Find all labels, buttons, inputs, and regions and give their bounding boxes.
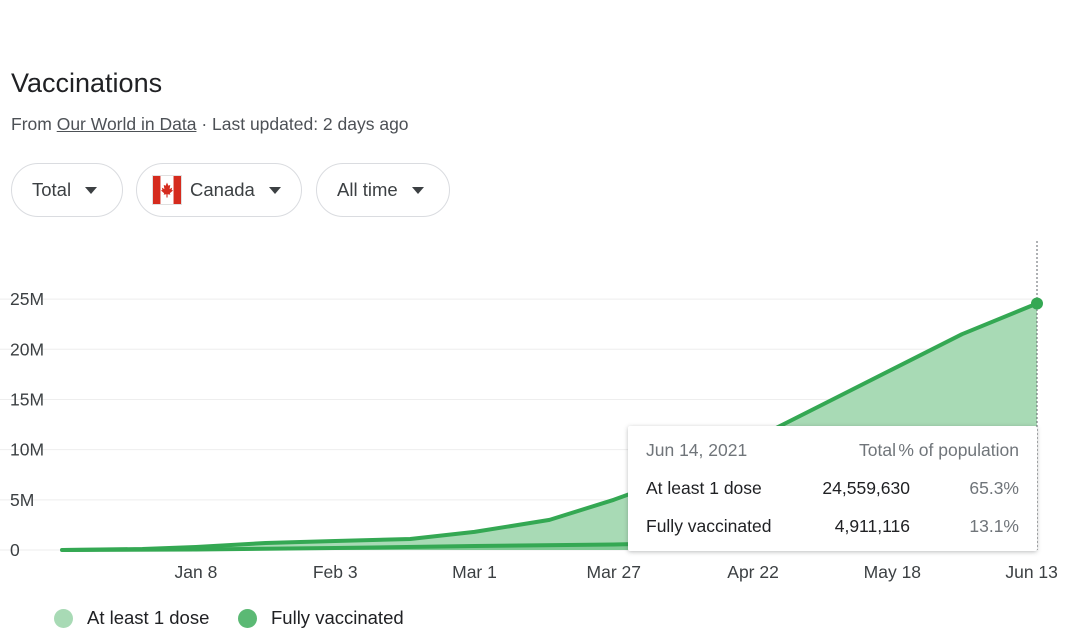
legend-item-dose1[interactable]: At least 1 dose: [54, 607, 209, 629]
hover-point: [1031, 297, 1043, 310]
y-tick-label: 0: [10, 540, 20, 560]
chevron-down-icon: [268, 186, 281, 194]
x-tick-label: Jan 8: [175, 562, 218, 582]
time-range-label: All time: [337, 179, 398, 200]
chevron-down-icon: [85, 186, 98, 194]
tooltip-row-total: 4,911,116: [834, 515, 910, 536]
tooltip-row-pct: 13.1%: [969, 515, 1019, 536]
last-updated: · Last updated: 2 days ago: [201, 114, 409, 134]
legend-dot-icon: [54, 608, 73, 628]
tooltip-date: Jun 14, 2021: [646, 439, 748, 460]
chevron-down-icon: [411, 186, 424, 194]
y-tick-label: 10M: [10, 440, 44, 460]
tooltip-row-pct: 65.3%: [969, 477, 1019, 498]
legend-label: At least 1 dose: [87, 607, 210, 628]
x-tick-label: Apr 22: [727, 562, 779, 582]
x-tick-label: May 18: [864, 562, 921, 582]
legend-item-fully[interactable]: Fully vaccinated: [238, 607, 404, 629]
source-prefix: From: [11, 114, 52, 134]
x-tick-label: Mar 27: [587, 562, 641, 582]
source-line: From Our World in Data · Last updated: 2…: [11, 114, 409, 135]
legend-dot-icon: [238, 608, 257, 628]
tooltip-row: At least 1 dose 24,559,630 65.3%: [646, 469, 1019, 507]
country-label: Canada: [190, 179, 255, 200]
tooltip-col-pct: % of population: [898, 439, 1019, 460]
tooltip-row-label: At least 1 dose: [646, 477, 762, 498]
measure-dropdown[interactable]: Total: [11, 163, 123, 217]
source-link[interactable]: Our World in Data: [57, 114, 197, 134]
tooltip-col-total: Total: [859, 439, 896, 460]
tooltip-row: Fully vaccinated 4,911,116 13.1%: [646, 507, 1019, 545]
canada-flag-icon: [152, 175, 182, 205]
x-tick-label: Jun 13: [1005, 562, 1058, 582]
country-dropdown[interactable]: Canada: [136, 163, 302, 217]
page-title: Vaccinations: [11, 68, 163, 98]
y-tick-label: 20M: [10, 339, 44, 359]
x-tick-label: Mar 1: [452, 562, 497, 582]
tooltip-row-label: Fully vaccinated: [646, 515, 772, 536]
y-tick-label: 25M: [10, 289, 44, 309]
legend-label: Fully vaccinated: [271, 607, 404, 628]
x-tick-label: Feb 3: [313, 562, 358, 582]
y-tick-label: 15M: [10, 389, 44, 409]
tooltip-row-total: 24,559,630: [822, 477, 910, 498]
chart-tooltip: Jun 14, 2021 Total % of population At le…: [628, 426, 1037, 551]
time-range-dropdown[interactable]: All time: [316, 163, 450, 217]
measure-label: Total: [32, 179, 72, 200]
y-tick-label: 5M: [10, 490, 34, 510]
